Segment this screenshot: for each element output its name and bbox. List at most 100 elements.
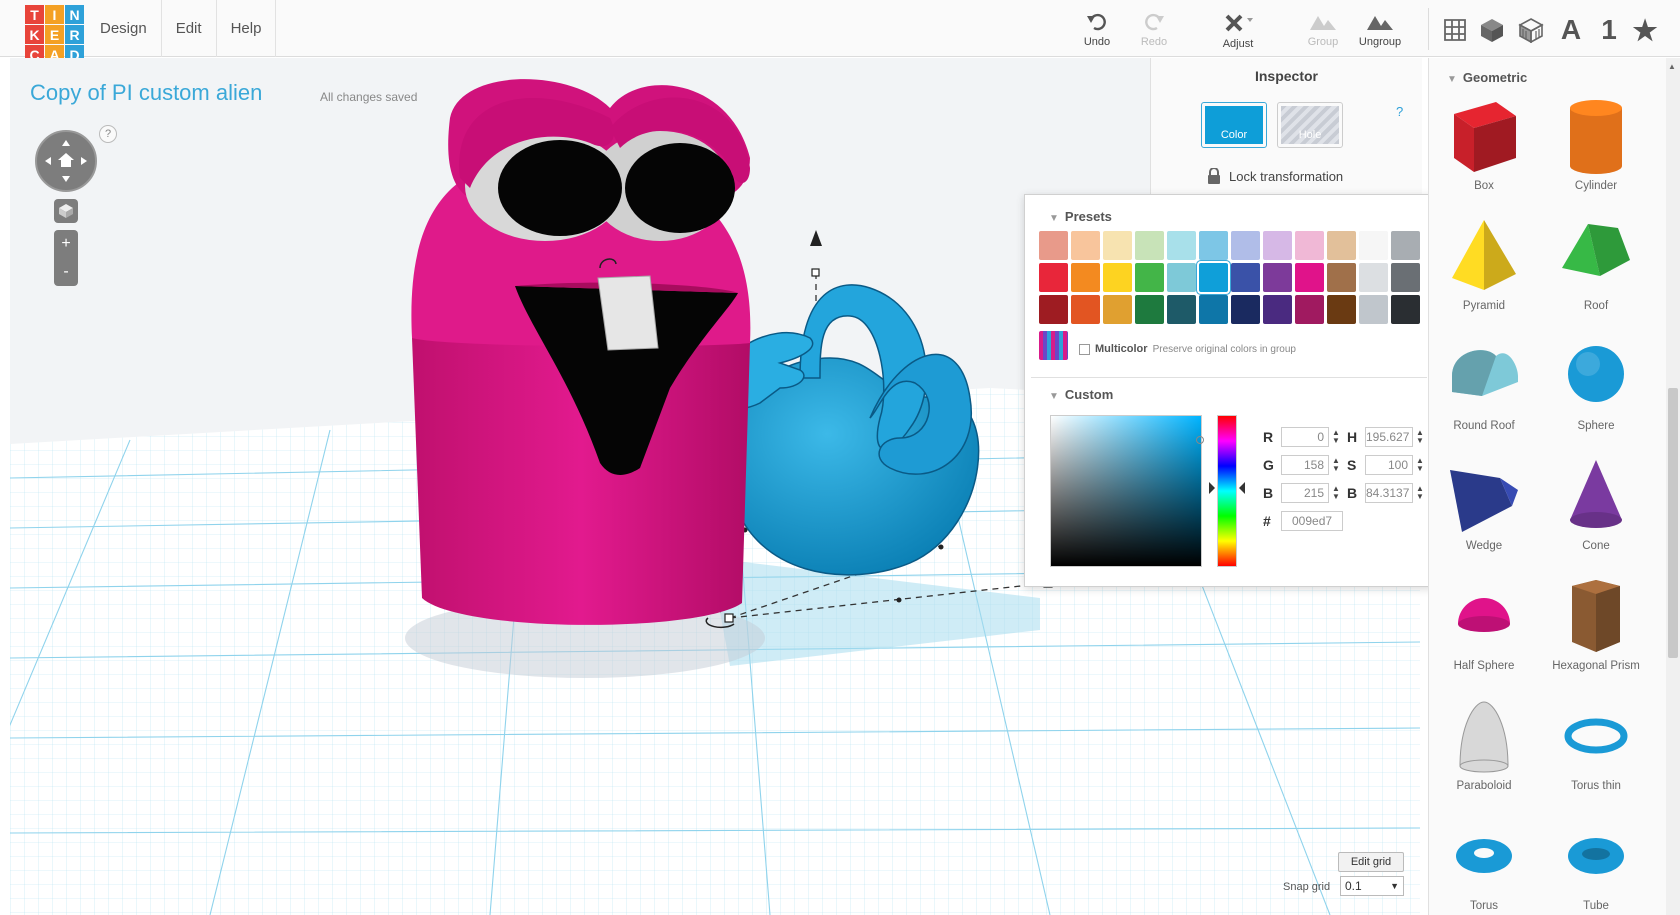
color-swatch[interactable] <box>1167 295 1196 324</box>
number-shape-icon[interactable]: 1 <box>1594 14 1624 46</box>
brightness-field[interactable]: 84.3137 <box>1365 483 1413 503</box>
color-swatch[interactable] <box>1263 263 1292 292</box>
color-swatch[interactable] <box>1359 263 1388 292</box>
scroll-thumb[interactable] <box>1668 388 1678 658</box>
hue-slider-handle-left[interactable] <box>1209 482 1215 494</box>
redo-button[interactable]: Redo <box>1124 12 1184 48</box>
tinkercad-logo[interactable]: TINKERCAD <box>25 5 85 65</box>
color-swatch[interactable] <box>1391 231 1420 260</box>
edit-grid-button[interactable]: Edit grid <box>1338 852 1404 872</box>
color-swatch[interactable] <box>1231 263 1260 292</box>
color-swatch[interactable] <box>1039 231 1068 260</box>
shape-wedge[interactable]: Wedge <box>1429 456 1539 576</box>
document-title[interactable]: Copy of PI custom alien <box>30 80 262 106</box>
red-field[interactable]: 0 <box>1281 427 1329 447</box>
green-spinner[interactable]: ▲ ▼ <box>1332 457 1340 473</box>
custom-header[interactable]: ▼ Custom <box>1049 387 1113 402</box>
color-swatch[interactable] <box>1167 263 1196 292</box>
shape-roof[interactable]: Roof <box>1541 216 1651 336</box>
shape-paraboloid[interactable]: Paraboloid <box>1429 696 1539 816</box>
saturation-field[interactable]: 100 <box>1365 455 1413 475</box>
color-swatch[interactable] <box>1391 295 1420 324</box>
color-swatch[interactable] <box>1263 231 1292 260</box>
blue-spinner[interactable]: ▲ ▼ <box>1332 485 1340 501</box>
zoom-out-button[interactable]: - <box>54 258 78 286</box>
color-swatch[interactable] <box>1231 231 1260 260</box>
shape-cylinder[interactable]: Cylinder <box>1541 96 1651 216</box>
color-swatch[interactable] <box>1327 231 1356 260</box>
ungroup-button[interactable]: Ungroup <box>1350 12 1410 48</box>
default-view-button[interactable] <box>54 199 78 223</box>
color-swatch[interactable] <box>1199 231 1228 260</box>
shape-sphere[interactable]: Sphere <box>1541 336 1651 456</box>
presets-header[interactable]: ▼ Presets <box>1049 209 1112 224</box>
multicolor-swatch[interactable] <box>1039 331 1068 360</box>
color-swatch[interactable] <box>1039 295 1068 324</box>
color-swatch[interactable] <box>1039 263 1068 292</box>
hole-button[interactable]: Hole <box>1277 102 1343 148</box>
color-swatch[interactable] <box>1295 231 1324 260</box>
color-swatch[interactable] <box>1167 231 1196 260</box>
text-shape-icon[interactable]: A <box>1556 14 1586 46</box>
hue-field[interactable]: 195.627 <box>1365 427 1413 447</box>
color-swatch[interactable] <box>1071 295 1100 324</box>
zoom-in-button[interactable]: + <box>54 230 78 258</box>
color-swatch[interactable] <box>1295 263 1324 292</box>
multicolor-checkbox[interactable] <box>1079 343 1090 355</box>
color-swatch[interactable] <box>1103 263 1132 292</box>
green-field[interactable]: 158 <box>1281 455 1329 475</box>
group-button[interactable]: Group <box>1293 12 1353 48</box>
hex-field[interactable]: 009ed7 <box>1281 511 1343 531</box>
lock-transformation[interactable]: Lock transformation <box>1207 168 1343 184</box>
undo-button[interactable]: Undo <box>1067 12 1127 48</box>
pink-alien[interactable] <box>411 79 751 625</box>
shapes-scrollbar[interactable]: ▲ <box>1666 58 1680 915</box>
snap-grid-select[interactable]: 0.1 ▼ <box>1340 876 1404 896</box>
color-swatch[interactable] <box>1071 263 1100 292</box>
shape-half-sphere[interactable]: Half Sphere <box>1429 576 1539 696</box>
inspector-help-icon[interactable]: ? <box>1396 104 1403 119</box>
color-swatch[interactable] <box>1135 231 1164 260</box>
hue-slider[interactable] <box>1217 415 1237 567</box>
shape-pyramid[interactable]: Pyramid <box>1429 216 1539 336</box>
geometric-category-header[interactable]: ▼ Geometric <box>1447 70 1527 85</box>
adjust-button[interactable]: Adjust <box>1208 12 1268 50</box>
color-swatch[interactable] <box>1327 295 1356 324</box>
color-swatch[interactable] <box>1359 231 1388 260</box>
shape-round-roof[interactable]: Round Roof <box>1429 336 1539 456</box>
shape-box[interactable]: Box <box>1429 96 1539 216</box>
hue-spinner[interactable]: ▲ ▼ <box>1416 429 1424 445</box>
menu-edit[interactable]: Edit <box>162 0 217 57</box>
hue-slider-handle-right[interactable] <box>1239 482 1245 494</box>
red-spinner[interactable]: ▲ ▼ <box>1332 429 1340 445</box>
shape-cone[interactable]: Cone <box>1541 456 1651 576</box>
3d-view-icon[interactable] <box>1477 14 1507 46</box>
color-swatch[interactable] <box>1197 261 1230 294</box>
blue-field[interactable]: 215 <box>1281 483 1329 503</box>
scroll-up-arrow[interactable]: ▲ <box>1668 62 1676 71</box>
color-swatch[interactable] <box>1135 263 1164 292</box>
sv-picker-cursor[interactable] <box>1196 436 1204 444</box>
grid-view-icon[interactable] <box>1440 14 1470 46</box>
saturation-spinner[interactable]: ▲ ▼ <box>1416 457 1424 473</box>
shape-torus-thin[interactable]: Torus thin <box>1541 696 1651 816</box>
shape-tube[interactable]: Tube <box>1541 816 1651 915</box>
shape-torus[interactable]: Torus <box>1429 816 1539 915</box>
brightness-spinner[interactable]: ▲ ▼ <box>1416 485 1424 501</box>
favorites-star-icon[interactable]: ★ <box>1630 14 1660 46</box>
color-swatch[interactable] <box>1263 295 1292 324</box>
color-swatch[interactable] <box>1199 295 1228 324</box>
color-swatch[interactable] <box>1231 295 1260 324</box>
nav-help-icon[interactable]: ? <box>99 125 117 143</box>
multicolor-option[interactable]: Multicolor Preserve original colors in g… <box>1079 343 1296 355</box>
orbit-control[interactable] <box>35 130 97 192</box>
menu-help[interactable]: Help <box>217 0 277 57</box>
color-swatch[interactable] <box>1359 295 1388 324</box>
wireframe-view-icon[interactable] <box>1516 14 1546 46</box>
color-swatch[interactable] <box>1327 263 1356 292</box>
saturation-value-picker[interactable] <box>1050 415 1204 567</box>
color-button[interactable]: Color <box>1201 102 1267 148</box>
color-swatch[interactable] <box>1103 231 1132 260</box>
color-swatch[interactable] <box>1071 231 1100 260</box>
color-swatch[interactable] <box>1295 295 1324 324</box>
